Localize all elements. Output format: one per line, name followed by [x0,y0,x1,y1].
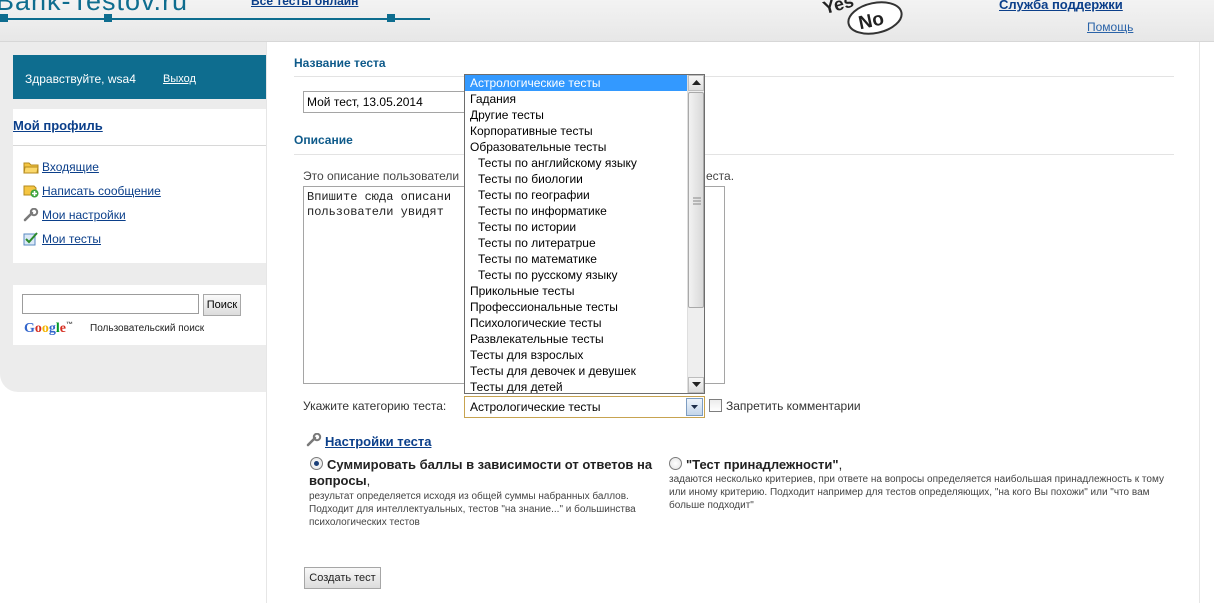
test-name-input[interactable] [303,91,473,113]
scroll-thumb[interactable] [688,92,704,308]
checkbox-icon [23,232,38,246]
sidebar-item-label[interactable]: Мои тесты [42,232,101,246]
greeting-text: Здравствуйте, wsa4 [25,72,136,86]
disable-comments-checkbox[interactable] [709,399,722,412]
folder-icon [23,162,39,174]
chevron-down-icon [691,382,701,387]
google-logo: Google™ [24,321,73,336]
wrench-icon [23,208,39,222]
google-search-caption: Пользовательский поиск [90,323,205,334]
logo-decoration [0,14,430,22]
logout-link[interactable]: Выход [163,73,196,85]
sidebar-item-settings[interactable]: Мои настройки [23,207,126,223]
site-header: Bank-Testov.ru Все тесты онлайн Yes No С… [0,0,1214,42]
category-option[interactable]: Профессиональные тесты [465,299,688,315]
profile-box: Мой профиль [13,109,266,145]
sidebar-item-label[interactable]: Мои настройки [42,208,126,222]
help-link[interactable]: Помощь [1087,20,1133,34]
category-label: Укажите категорию теста: [303,399,447,413]
category-option[interactable]: Тесты для девочек и девушек [465,363,688,379]
category-option[interactable]: Тесты по географии [465,187,688,203]
dropdown-scrollbar[interactable] [687,75,704,393]
category-select[interactable]: Астрологические тесты [464,396,705,418]
category-option[interactable]: Тесты по английскому языку [465,155,688,171]
category-option[interactable]: Тесты по биологии [465,171,688,187]
description-hint-tail: еста. [706,169,735,183]
new-message-icon [23,185,39,198]
test-name-section-title: Название теста [294,56,386,70]
test-settings-link[interactable]: Настройки теста [325,434,431,449]
sidebar-item-label[interactable]: Входящие [42,160,99,174]
category-option[interactable]: Тесты по математике [465,251,688,267]
belonging-option-title: "Тест принадлежности", [686,457,843,472]
section-divider [294,154,1174,155]
support-link[interactable]: Служба поддержки [999,0,1123,12]
grip-icon [693,197,701,205]
scroll-up-button[interactable] [688,75,704,91]
scroll-down-button[interactable] [688,377,704,393]
my-profile-link[interactable]: Мой профиль [13,118,103,133]
sidebar: Здравствуйте, wsa4 Выход Мой профиль Вхо… [0,42,266,392]
description-hint: Это описание пользователи [303,169,460,183]
site-logo[interactable]: Bank-Testov.ru [0,0,188,17]
welcome-bar: Здравствуйте, wsa4 Выход [13,55,266,99]
category-option[interactable]: Прикольные тесты [465,283,688,299]
wrench-icon [306,433,322,447]
yes-no-badge: Yes No [821,0,903,35]
belonging-option-desc: задаются несколько критериев, при ответе… [669,474,1164,511]
sum-points-option-title: Суммировать баллы в зависимости от ответ… [309,457,653,488]
category-option[interactable]: Развлекательные тесты [465,331,688,347]
category-option[interactable]: Тесты для детей [465,379,688,393]
all-tests-link[interactable]: Все тесты онлайн [251,0,358,8]
category-option[interactable]: Тесты для взрослых [465,347,688,363]
search-input[interactable] [22,294,199,314]
disable-comments-label: Запретить комментарии [726,399,861,413]
category-dropdown-list[interactable]: Астрологические тесты Гадания Другие тесты… [464,74,705,394]
category-option[interactable]: Образовательные тесты [465,139,688,155]
category-option[interactable]: Астрологические тесты [465,75,688,91]
dropdown-arrow-icon[interactable] [686,398,703,416]
sidebar-item-label[interactable]: Написать сообщение [42,184,161,198]
description-section-title: Описание [294,133,353,147]
create-test-button[interactable]: Создать тест [304,567,381,589]
category-option[interactable]: Тесты по литератрue [465,235,688,251]
category-option[interactable]: Тесты по русскому языку [465,267,688,283]
category-option[interactable]: Другие тесты [465,107,688,123]
category-option[interactable]: Корпоративные тесты [465,123,688,139]
category-option[interactable]: Психологические тесты [465,315,688,331]
search-button[interactable]: Поиск [203,294,241,316]
category-option[interactable]: Тесты по истории [465,219,688,235]
category-option[interactable]: Гадания [465,91,688,107]
sidebar-item-my-tests[interactable]: Мои тесты [23,231,101,247]
sidebar-item-new-message[interactable]: Написать сообщение [23,183,161,199]
sidebar-menu: Входящие Написать сообщение Мои настройк… [13,145,266,263]
sum-points-option-desc: результат определяется исходя из общей с… [309,491,636,528]
sidebar-item-inbox[interactable]: Входящие [23,159,99,175]
search-box: Поиск Google™ Пользовательский поиск [13,285,266,345]
chevron-up-icon [691,80,701,85]
category-select-value: Астрологические тесты [470,400,601,414]
category-option[interactable]: Тесты по информатике [465,203,688,219]
section-divider [294,76,1174,77]
